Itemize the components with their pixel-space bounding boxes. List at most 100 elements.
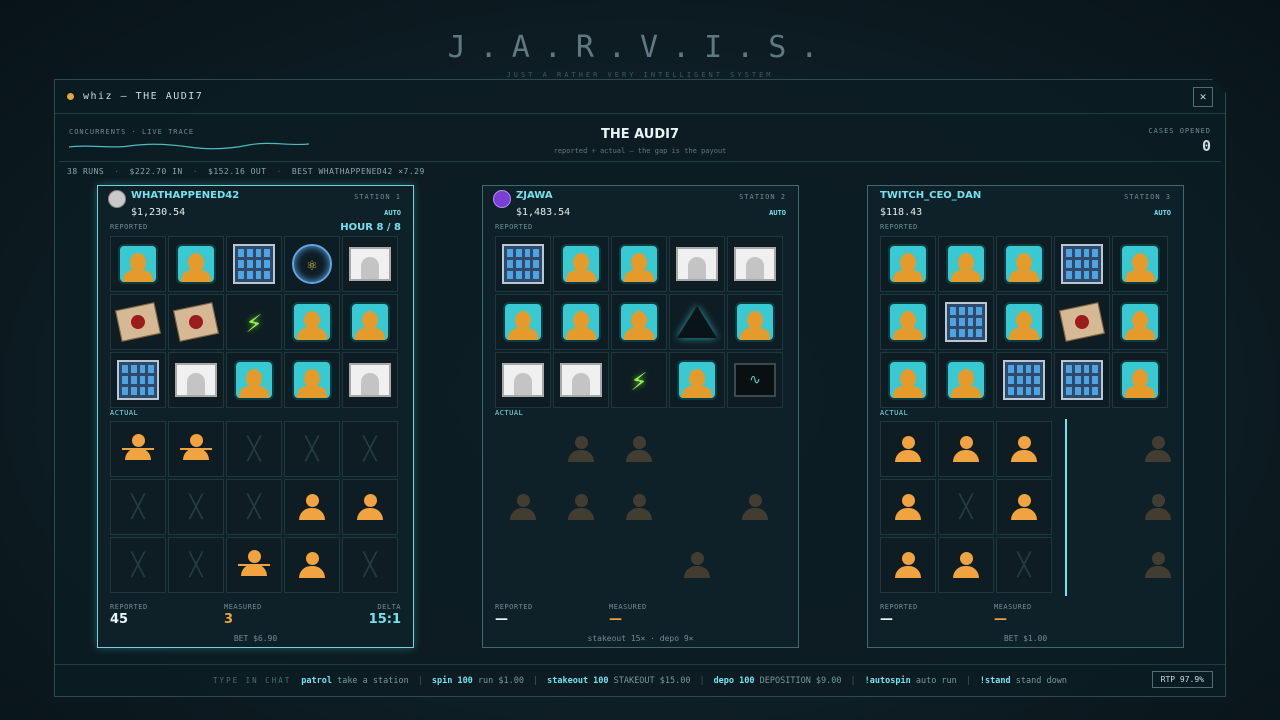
cmd-depo[interactable]: depo 100 xyxy=(714,676,755,686)
progress-line xyxy=(1065,419,1067,596)
hooded-hacker-icon xyxy=(677,306,717,338)
actual-cell xyxy=(727,537,783,593)
lightning-bolt-icon: ⚡ xyxy=(245,305,263,339)
cmd-stakeout[interactable]: stakeout 100 xyxy=(547,676,608,686)
empty-x-icon: ╳ xyxy=(189,552,203,578)
server-rack-icon xyxy=(1061,244,1103,284)
suspect-icon xyxy=(895,494,921,520)
actual-cell xyxy=(727,479,783,535)
bust-icon xyxy=(888,302,928,342)
reported-grid xyxy=(880,236,1168,408)
suspect-icon xyxy=(742,494,768,520)
reel-cell xyxy=(996,352,1052,408)
cmd-stand[interactable]: !stand xyxy=(980,676,1011,686)
game-title: THE AUDI7 xyxy=(600,127,680,142)
station-number: STATION 3 xyxy=(1124,193,1171,201)
reel-cell xyxy=(168,294,224,350)
cmd-autospin[interactable]: !autospin xyxy=(865,676,911,686)
command-bar: TYPE IN CHAT patrol take a station | spi… xyxy=(55,664,1225,696)
reel-cell xyxy=(611,236,667,292)
reel-cell xyxy=(110,294,166,350)
id-card-icon xyxy=(734,247,776,281)
id-card-icon xyxy=(502,363,544,397)
empty-x-icon: ╳ xyxy=(363,436,377,462)
station-header: WHATHAPPENED42 STATION 1 $1,230.54 AUTO xyxy=(98,186,413,226)
bet-label: BET $1.00 xyxy=(1003,634,1048,643)
reel-cell xyxy=(495,236,551,292)
stat-runs: 38 RUNS xyxy=(67,166,105,176)
close-icon[interactable]: ✕ xyxy=(1193,87,1213,107)
station-1[interactable]: WHATHAPPENED42 STATION 1 $1,230.54 AUTO … xyxy=(97,185,414,648)
actual-cell xyxy=(495,421,551,477)
reel-cell xyxy=(880,294,936,350)
bust-icon xyxy=(888,360,928,400)
foot-delta-value: 15:1 xyxy=(368,612,401,627)
reel-cell xyxy=(553,352,609,408)
reel-cell xyxy=(1054,294,1110,350)
empty-x-icon: ╳ xyxy=(131,552,145,578)
actual-cell xyxy=(938,537,994,593)
empty-x-icon: ╳ xyxy=(959,494,973,520)
actual-cell: ╳ xyxy=(284,421,340,477)
lightning-bolt-icon: ⚡ xyxy=(630,363,648,397)
bust-icon xyxy=(1120,360,1160,400)
reel-cell xyxy=(880,236,936,292)
actual-grid xyxy=(495,421,783,593)
actual-cell xyxy=(110,421,166,477)
reel-cell xyxy=(611,294,667,350)
titlebar: whiz — THE AUDI7 ✕ xyxy=(55,80,1225,114)
foot-reported-value: — xyxy=(880,612,893,627)
actual-cell: ╳ xyxy=(938,479,994,535)
atom-lock-icon: ⚛ xyxy=(292,244,332,284)
actual-cell xyxy=(938,421,994,477)
empty-x-icon: ╳ xyxy=(131,494,145,520)
bust-icon xyxy=(1004,302,1044,342)
station-balance: $118.43 xyxy=(880,207,923,218)
id-card-icon xyxy=(676,247,718,281)
stat-out: $152.16 OUT xyxy=(208,166,267,176)
suspect-icon xyxy=(1011,436,1037,462)
avatar xyxy=(493,190,511,208)
station-player-name: WHATHAPPENED42 xyxy=(131,190,240,201)
reel-cell xyxy=(938,236,994,292)
bust-icon xyxy=(234,360,274,400)
reel-cell xyxy=(669,236,725,292)
reel-cell xyxy=(1054,236,1110,292)
bet-label: BET $6.90 xyxy=(233,634,278,643)
suspect-icon xyxy=(357,494,383,520)
bust-icon xyxy=(1120,244,1160,284)
reel-cell xyxy=(284,294,340,350)
server-rack-icon xyxy=(945,302,987,342)
foot-reported-label: REPORTED xyxy=(880,603,918,611)
suspect-icon xyxy=(684,552,710,578)
status-dot xyxy=(67,93,74,100)
foot-measured-label: MEASURED xyxy=(224,603,262,611)
cases-label: CASES OPENED xyxy=(1148,127,1211,135)
game-window: whiz — THE AUDI7 ✕ CONCURRENTS · LIVE TR… xyxy=(54,79,1226,697)
reel-cell xyxy=(1054,352,1110,408)
bust-icon xyxy=(176,244,216,284)
auto-badge: AUTO xyxy=(384,209,401,217)
reel-cell xyxy=(669,352,725,408)
actual-cell xyxy=(880,479,936,535)
suspect-icon xyxy=(1145,552,1171,578)
actual-cell xyxy=(226,537,282,593)
suspect-icon xyxy=(953,436,979,462)
reel-cell: ⚛ xyxy=(284,236,340,292)
cmd-patrol[interactable]: patrol xyxy=(301,676,332,686)
reel-cell xyxy=(938,352,994,408)
empty-x-icon: ╳ xyxy=(189,494,203,520)
actual-cell xyxy=(284,479,340,535)
sealed-letter-icon xyxy=(1059,302,1105,342)
bust-icon xyxy=(561,244,601,284)
reel-cell xyxy=(996,294,1052,350)
hour-indicator: HOUR 8 / 8 xyxy=(340,222,401,233)
reel-cell xyxy=(1112,294,1168,350)
suspect-icon xyxy=(895,552,921,578)
station-2[interactable]: ZJAWA STATION 2 $1,483.54 AUTO REPORTED … xyxy=(482,185,799,648)
station-3[interactable]: TWITCH_CEO_DAN STATION 3 $118.43 AUTO RE… xyxy=(867,185,1184,648)
empty-x-icon: ╳ xyxy=(363,552,377,578)
actual-cell xyxy=(669,421,725,477)
cmd-spin[interactable]: spin 100 xyxy=(432,676,473,686)
reported-label: REPORTED xyxy=(880,223,918,231)
